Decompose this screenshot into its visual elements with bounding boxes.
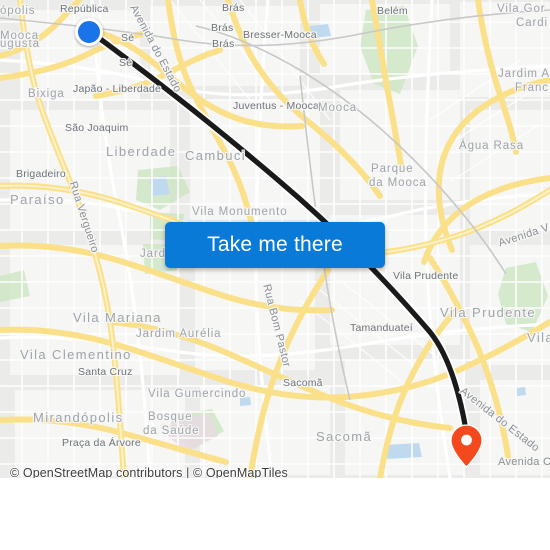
map-canvas[interactable]: Brás Belém República ópolis Vila Gor Cardi Brá… [0,0,550,478]
destination-marker[interactable] [450,424,483,468]
map-attribution[interactable]: © OpenStreetMap contributors | © OpenMap… [10,466,288,478]
origin-marker[interactable] [75,18,103,46]
moovit-route-preview: Brás Belém República ópolis Vila Gor Cardi Brá… [0,0,550,550]
take-me-there-label: Take me there [207,233,343,256]
footer-bar: Anhangabaú → São Caetano Do Sul moovit [0,478,550,550]
take-me-there-button[interactable]: Take me there [165,222,385,268]
